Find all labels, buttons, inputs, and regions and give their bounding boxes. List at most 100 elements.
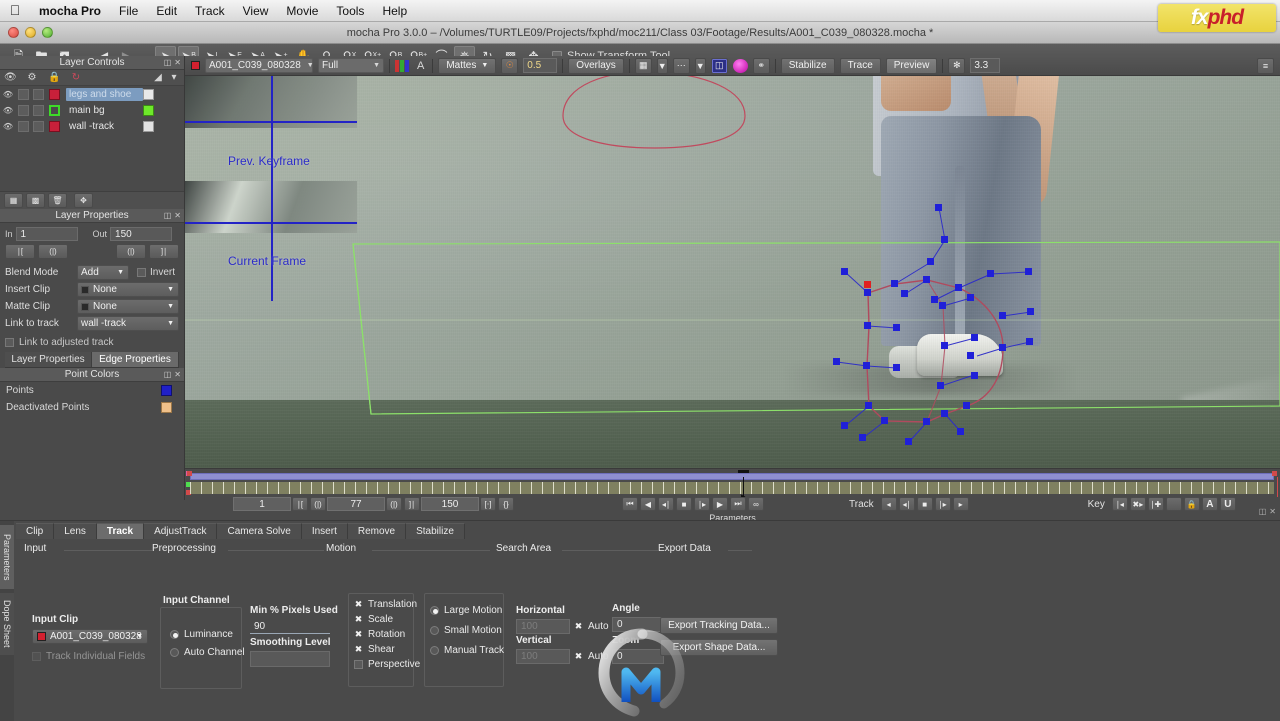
visibility-icon[interactable]: 👁: [0, 90, 16, 99]
step-back-icon[interactable]: (|): [38, 244, 68, 259]
go-to-end-icon[interactable]: ⏭: [730, 497, 746, 511]
blank-icon[interactable]: [1165, 497, 1182, 511]
menu-tools[interactable]: Tools: [327, 0, 373, 22]
link-to-track-dropdown[interactable]: wall -track ▼: [77, 316, 179, 331]
list-item[interactable]: 👁 main bg: [0, 102, 184, 118]
grain-icon[interactable]: ⚭: [752, 57, 770, 74]
lock-toggle[interactable]: [33, 120, 44, 132]
out-field[interactable]: 150: [110, 227, 173, 241]
zoom-fit-icon[interactable]: ✻: [948, 57, 966, 74]
layer-color-swatch[interactable]: [49, 88, 60, 100]
trace-button[interactable]: Trace: [839, 57, 881, 74]
vtab-parameters[interactable]: Parameters: [0, 525, 14, 589]
visibility-icon[interactable]: 👁: [0, 122, 16, 131]
list-item[interactable]: 👁 wall -track: [0, 118, 184, 134]
fit-layer-icon[interactable]: ✥: [74, 193, 93, 208]
menu-track[interactable]: Track: [186, 0, 234, 22]
check-icon[interactable]: ✖: [574, 622, 583, 631]
key-lock-icon[interactable]: 🔒: [1183, 497, 1200, 511]
tab-insert[interactable]: Insert: [301, 523, 348, 539]
min-pixels-input[interactable]: 90: [250, 619, 330, 634]
small-motion-radio[interactable]: [430, 626, 439, 635]
float-panel-icon[interactable]: ◫: [1259, 507, 1267, 516]
track-fwd-frame-icon[interactable]: ∣▸: [934, 497, 951, 511]
visibility-icon[interactable]: 👁: [0, 106, 16, 115]
layer-name[interactable]: main bg: [66, 104, 143, 117]
layer-matte-swatch[interactable]: [143, 88, 154, 100]
grid-overlay-icon[interactable]: ⋯: [672, 57, 690, 74]
matte-clip-dropdown[interactable]: None ▼: [77, 299, 179, 314]
mattes-button[interactable]: Mattes ▼: [438, 57, 497, 74]
manual-track-radio[interactable]: [430, 646, 439, 655]
duplicate-layer-icon[interactable]: ▩: [26, 193, 45, 208]
link-adjusted-track-toggle[interactable]: Link to adjusted track: [5, 337, 179, 348]
menu-movie[interactable]: Movie: [277, 0, 327, 22]
zoom-timeline-in-icon[interactable]: [⋅]: [480, 497, 496, 511]
auto-key-u-icon[interactable]: U: [1219, 497, 1236, 511]
link-adjusted-checkbox[interactable]: [5, 338, 14, 347]
opacity-icon[interactable]: ☉: [501, 57, 519, 74]
layer-color-swatch[interactable]: [49, 120, 60, 132]
color-picker-icon[interactable]: ◢: [152, 72, 164, 83]
chevron-down-icon[interactable]: ▼: [656, 57, 668, 74]
blend-mode-dropdown[interactable]: Add ▼: [77, 265, 129, 280]
invert-toggle[interactable]: Invert: [137, 267, 175, 278]
prev-key-icon[interactable]: ∣◂: [1111, 497, 1128, 511]
close-panel-icon[interactable]: ✕: [174, 370, 181, 379]
layer-menu-icon[interactable]: ▾: [168, 72, 180, 83]
set-out-icon[interactable]: ]∣: [149, 244, 179, 259]
play-forward-icon[interactable]: ▶: [712, 497, 728, 511]
small-motion-radio-row[interactable]: Small Motion: [430, 623, 502, 638]
track-back-frame-icon[interactable]: ◂∣: [898, 497, 915, 511]
check-icon[interactable]: ✖: [354, 630, 363, 639]
track-matte-icon[interactable]: ◫: [710, 57, 728, 74]
add-key-icon[interactable]: ∣✚: [1147, 497, 1164, 511]
menu-edit[interactable]: Edit: [147, 0, 186, 22]
layer-matte-swatch[interactable]: [143, 104, 154, 116]
loop-icon[interactable]: ∞: [748, 497, 764, 511]
translation-checkbox-row[interactable]: ✖ Translation: [354, 597, 417, 612]
menu-file[interactable]: File: [110, 0, 147, 22]
track-individual-fields-checkbox[interactable]: [32, 652, 41, 661]
auto-channel-radio[interactable]: [170, 648, 179, 657]
refresh-icon[interactable]: ↻: [70, 72, 82, 83]
close-panel-icon[interactable]: ✕: [1269, 507, 1276, 516]
in-field[interactable]: 1: [15, 227, 78, 241]
step-backward-icon[interactable]: ◂∣: [658, 497, 674, 511]
input-clip-dropdown[interactable]: A001_C039_080328 ▼: [32, 629, 148, 644]
auto-key-a-icon[interactable]: A: [1201, 497, 1218, 511]
range-end-handle[interactable]: [1272, 471, 1277, 476]
delete-key-icon[interactable]: ✖▸: [1129, 497, 1146, 511]
timeline-ruler[interactable]: [190, 482, 1274, 494]
perspective-checkbox-row[interactable]: Perspective: [354, 657, 420, 672]
set-in-icon[interactable]: ∣[: [5, 244, 35, 259]
set-in-point-icon[interactable]: ∣[: [292, 497, 308, 511]
timeline-range-bar[interactable]: [187, 471, 1277, 480]
timeline-playhead[interactable]: ▸: [738, 470, 749, 501]
check-icon[interactable]: ✖: [354, 600, 363, 609]
luminance-radio[interactable]: [170, 630, 179, 639]
quality-selector[interactable]: Full ▼: [318, 58, 384, 73]
step-forward-icon[interactable]: ∣▸: [694, 497, 710, 511]
layer-matte-swatch[interactable]: [143, 120, 154, 132]
check-icon[interactable]: ✖: [354, 645, 363, 654]
tab-track[interactable]: Track: [96, 523, 145, 539]
zoom-timeline-out-icon[interactable]: {}: [498, 497, 514, 511]
gear-toggle[interactable]: [18, 104, 29, 116]
magenta-matte-icon[interactable]: [732, 58, 748, 73]
float-panel-icon[interactable]: ◫: [164, 58, 172, 67]
perspective-checkbox[interactable]: [354, 660, 363, 669]
surface-overlay-icon[interactable]: ▦: [634, 57, 652, 74]
chevron-down-icon[interactable]: ▼: [694, 57, 706, 74]
tab-stabilize[interactable]: Stabilize: [406, 523, 465, 539]
layer-color-swatch[interactable]: [49, 104, 60, 116]
list-item[interactable]: 👁 legs and shoe: [0, 86, 184, 102]
in-frame-field[interactable]: 1: [233, 497, 291, 511]
prev-keyframe-icon[interactable]: (|): [310, 497, 326, 511]
panel-menu-icon[interactable]: ≡: [1257, 57, 1274, 74]
invert-checkbox[interactable]: [137, 268, 146, 277]
alpha-channel-icon[interactable]: A: [414, 60, 427, 72]
menu-app-name[interactable]: mocha Pro: [30, 0, 110, 22]
luminance-radio-row[interactable]: Luminance: [170, 627, 233, 642]
auto-channel-radio-row[interactable]: Auto Channel: [170, 645, 245, 660]
